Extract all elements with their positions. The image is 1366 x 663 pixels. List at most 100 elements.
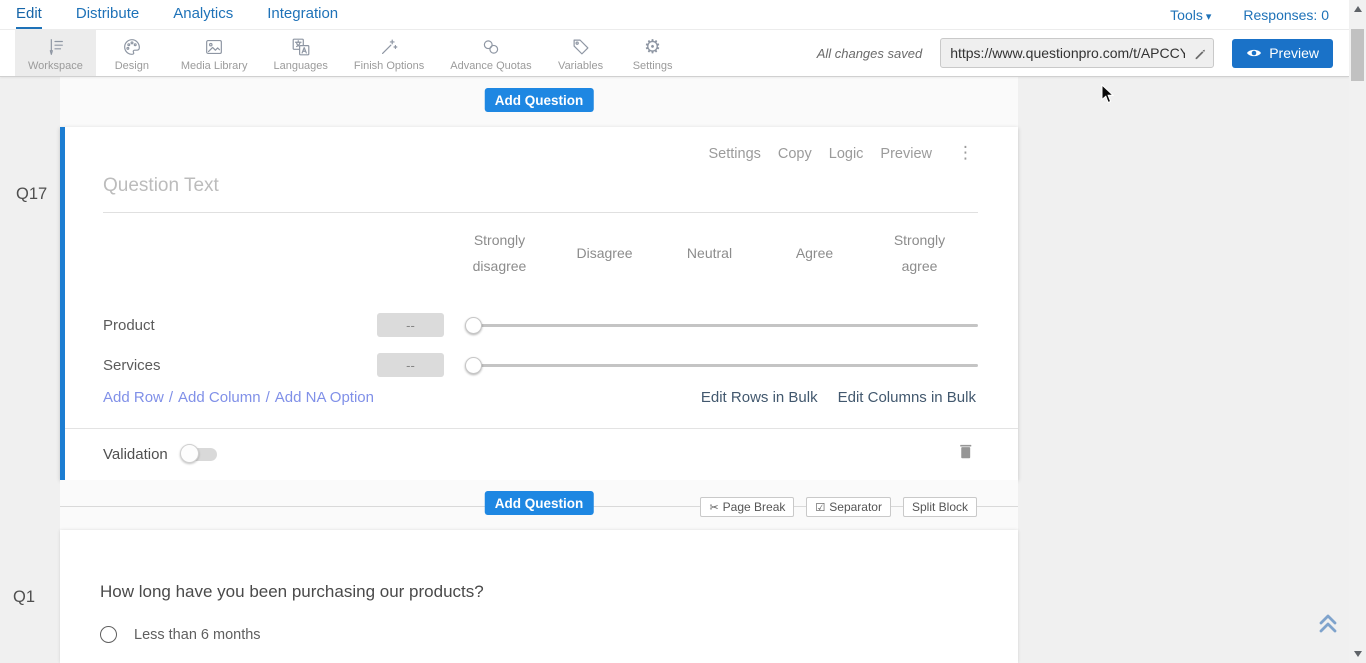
toolbar-item-advance-quotas[interactable]: Advance Quotas <box>437 30 544 76</box>
tag-icon <box>570 36 592 58</box>
double-chevron-up-icon <box>1317 611 1339 637</box>
question-id-q17: Q17 <box>16 185 47 204</box>
toolbar-item-label: Media Library <box>181 60 248 72</box>
add-question-button-middle[interactable]: Add Question <box>485 491 594 515</box>
toolbar-item-label: Variables <box>558 60 603 72</box>
toolbar-item-media-library[interactable]: Media Library <box>168 30 261 76</box>
scale-header-row: Strongly disagree Disagree Neutral Agree… <box>447 227 972 279</box>
row-label[interactable]: Product <box>103 317 377 334</box>
survey-url-box <box>940 38 1214 68</box>
add-question-strip-top: Add Question <box>60 77 1018 127</box>
add-question-button-top[interactable]: Add Question <box>485 88 594 112</box>
toolbar-item-design[interactable]: Design <box>96 30 168 76</box>
question-settings-link[interactable]: Settings <box>708 146 760 162</box>
image-icon <box>203 36 225 58</box>
toolbar-item-label: Design <box>115 60 149 72</box>
question-copy-link[interactable]: Copy <box>778 146 812 162</box>
page-break-button[interactable]: ✂ Page Break <box>700 497 794 517</box>
chain-links-icon <box>480 36 502 58</box>
link-separator: / <box>266 389 270 406</box>
slider <box>465 357 978 374</box>
validation-label: Validation <box>103 446 168 463</box>
nav-tab-integration[interactable]: Integration <box>267 0 338 29</box>
answer-option-row: Less than 6 months <box>100 626 261 643</box>
matrix-row-product: Product -- <box>103 305 978 345</box>
toolbar-item-label: Settings <box>633 60 673 72</box>
scissors-icon: ✂ <box>709 501 718 514</box>
checkbox-icon: ☑ <box>815 501 825 514</box>
slider-track <box>480 364 978 367</box>
question-card-q17: Settings Copy Logic Preview ⋮ Question T… <box>60 127 1018 480</box>
magic-wand-icon <box>378 36 400 58</box>
edit-url-button[interactable] <box>1187 39 1213 67</box>
preview-button[interactable]: Preview <box>1232 39 1333 68</box>
nav-tab-distribute[interactable]: Distribute <box>76 0 139 29</box>
question-id-q1: Q1 <box>13 588 35 607</box>
save-status: All changes saved <box>817 46 923 61</box>
caret-down-icon: ▾ <box>1206 11 1212 23</box>
toolbar-item-label: Languages <box>273 60 327 72</box>
slider-value-display: -- <box>377 353 444 377</box>
tools-menu[interactable]: Tools▾ <box>1170 7 1211 23</box>
kebab-menu-icon[interactable]: ⋮ <box>957 145 974 162</box>
question-card-q1: How long have you been purchasing our pr… <box>60 530 1018 663</box>
scrollbar-up-arrow[interactable] <box>1354 6 1362 12</box>
toolbar-item-settings[interactable]: ⚙ Settings <box>617 30 689 76</box>
editor-toolbar: Workspace Design Media Library Languages… <box>0 30 1349 77</box>
scale-column-header[interactable]: Disagree <box>552 240 657 266</box>
row-column-links: Add Row/Add Column/Add NA Option <box>103 389 374 406</box>
toolbar-item-finish-options[interactable]: Finish Options <box>341 30 437 76</box>
matrix-row-services: Services -- <box>103 345 978 385</box>
trash-icon <box>957 441 974 461</box>
nav-tab-edit[interactable]: Edit <box>16 0 42 29</box>
question-preview-link[interactable]: Preview <box>880 146 932 162</box>
slider-track <box>480 324 978 327</box>
survey-editor-canvas: Q17 Q1 Add Question Settings Copy Logic … <box>0 77 1349 663</box>
slider-value-display: -- <box>377 313 444 337</box>
vertical-scrollbar <box>1349 0 1366 663</box>
scale-column-header[interactable]: Agree <box>762 240 867 266</box>
edit-rows-bulk-link[interactable]: Edit Rows in Bulk <box>701 389 818 406</box>
card-divider <box>65 428 1018 429</box>
radio-button[interactable] <box>100 626 117 643</box>
option-label[interactable]: Less than 6 months <box>134 627 261 643</box>
edit-columns-bulk-link[interactable]: Edit Columns in Bulk <box>838 389 976 406</box>
separator-button[interactable]: ☑ Separator <box>806 497 891 517</box>
nav-links: Edit Distribute Analytics Integration <box>16 0 338 29</box>
delete-question-button[interactable] <box>957 441 974 466</box>
slider <box>465 317 978 334</box>
slider-handle[interactable] <box>465 317 482 334</box>
toolbar-item-workspace[interactable]: Workspace <box>15 30 96 76</box>
add-question-strip-middle: Add Question ✂ Page Break ☑ Separator Sp… <box>60 480 1018 530</box>
toolbar-item-languages[interactable]: Languages <box>260 30 340 76</box>
validation-toggle[interactable] <box>180 444 218 464</box>
survey-url-input[interactable] <box>941 45 1187 61</box>
scrollbar-thumb[interactable] <box>1351 29 1364 81</box>
question-logic-link[interactable]: Logic <box>829 146 864 162</box>
scale-column-header[interactable]: Strongly agree <box>867 227 972 279</box>
scale-column-header[interactable]: Strongly disagree <box>447 227 552 279</box>
scrollbar-down-arrow[interactable] <box>1354 651 1362 657</box>
question-number-gutter <box>0 77 60 663</box>
palette-icon <box>121 36 143 58</box>
add-row-link[interactable]: Add Row <box>103 389 164 406</box>
question-text-input[interactable]: Question Text <box>103 175 978 213</box>
row-label[interactable]: Services <box>103 357 377 374</box>
toolbar-item-label: Workspace <box>28 60 83 72</box>
toolbar-item-label: Advance Quotas <box>450 60 531 72</box>
nav-tab-analytics[interactable]: Analytics <box>173 0 233 29</box>
split-block-button[interactable]: Split Block <box>903 497 977 517</box>
scroll-to-top-button[interactable] <box>1317 611 1339 642</box>
eye-icon <box>1246 47 1262 59</box>
responses-count[interactable]: Responses: 0 <box>1243 7 1329 23</box>
question-text[interactable]: How long have you been purchasing our pr… <box>100 582 484 602</box>
add-na-option-link[interactable]: Add NA Option <box>275 389 374 406</box>
top-nav: Edit Distribute Analytics Integration To… <box>0 0 1349 30</box>
add-column-link[interactable]: Add Column <box>178 389 261 406</box>
gear-icon: ⚙ <box>644 36 661 58</box>
scale-column-header[interactable]: Neutral <box>657 240 762 266</box>
toolbar-item-variables[interactable]: Variables <box>545 30 617 76</box>
slider-handle[interactable] <box>465 357 482 374</box>
translate-icon <box>290 36 312 58</box>
toolbar-item-label: Finish Options <box>354 60 424 72</box>
